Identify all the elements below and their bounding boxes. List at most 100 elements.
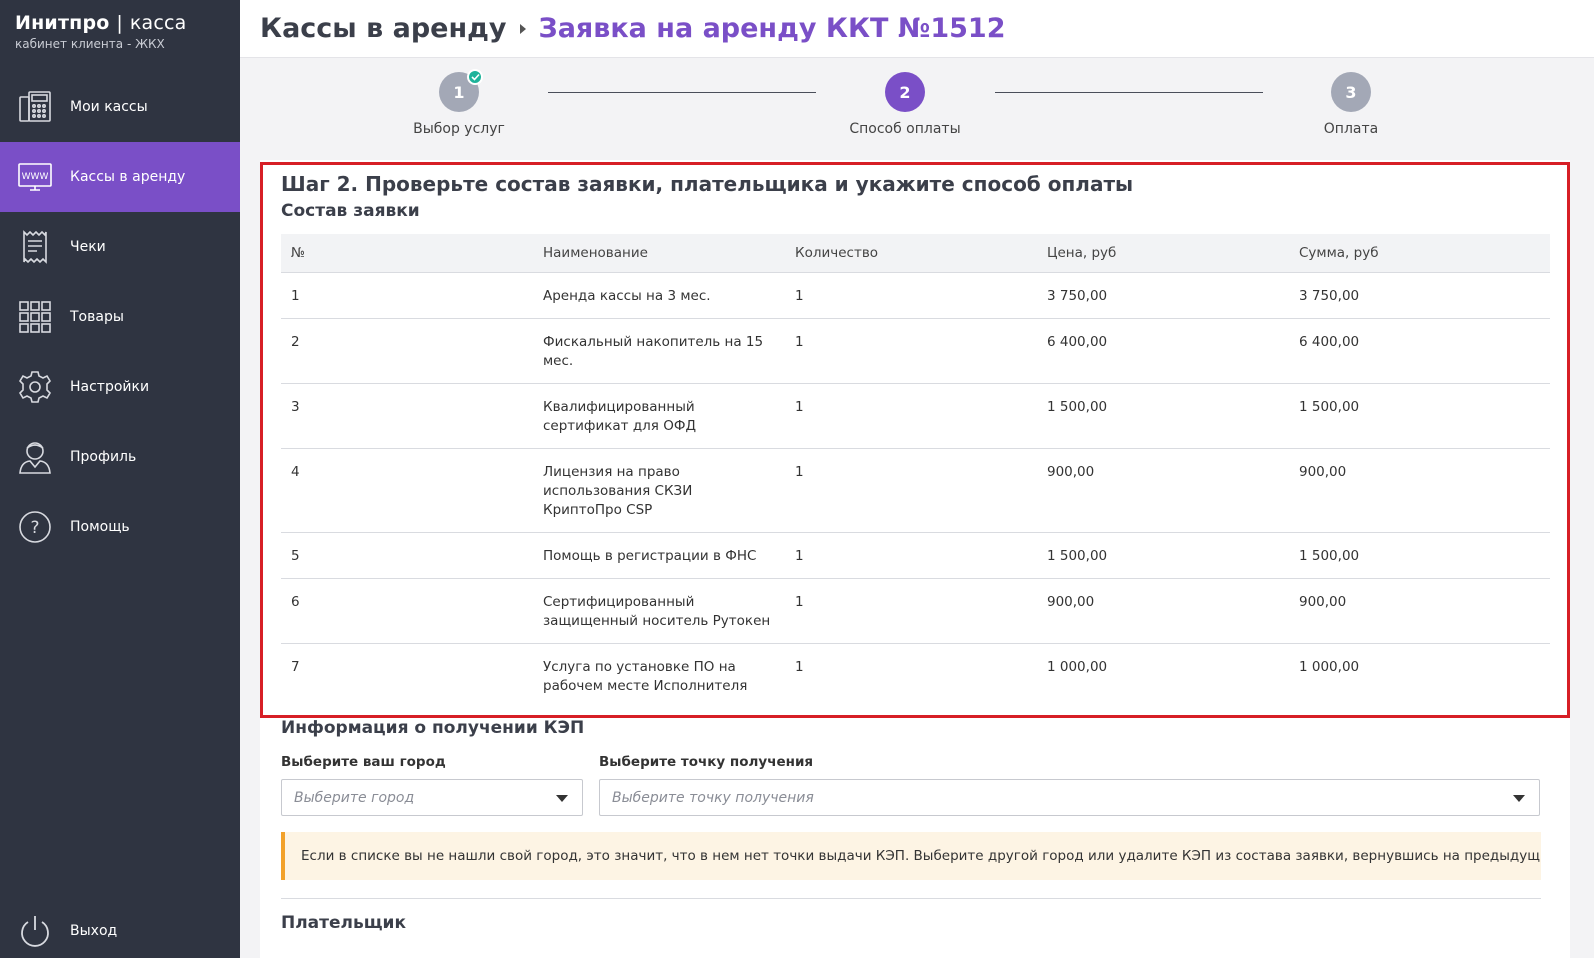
brand-separator: | [116, 12, 123, 34]
sidebar-item-goods[interactable]: Товары [0, 282, 240, 352]
point-placeholder: Выберите точку получения [612, 789, 814, 806]
city-label: Выберите ваш город [281, 754, 446, 770]
sidebar-item-label: Кассы в аренду [70, 169, 186, 185]
cell-price: 900,00 [1037, 448, 1289, 533]
sidebar-item-help[interactable]: ? Помощь [0, 492, 240, 562]
cell-number: 5 [281, 532, 533, 579]
step-1[interactable]: 1 Выбор услуг [389, 69, 529, 137]
brand-subtitle: кабинет клиента - ЖКХ [15, 37, 165, 51]
divider [281, 898, 1541, 899]
column-header: Цена, руб [1037, 234, 1289, 273]
step-2-circle: 2 [885, 72, 925, 112]
sidebar-item-label: Помощь [70, 519, 130, 535]
user-icon [16, 438, 54, 476]
grid-icon [16, 298, 54, 336]
sidebar: Инитпро | касса кабинет клиента - ЖКХ Мо… [0, 0, 240, 958]
sidebar-item-label: Профиль [70, 449, 137, 465]
point-label: Выберите точку получения [599, 754, 814, 770]
cell-number: 7 [291, 658, 300, 675]
cell-quantity: 1 [785, 318, 1037, 384]
gear-icon [16, 368, 54, 406]
sidebar-nav: Мои кассы WWW Кассы в аренду Чеки Товары… [0, 72, 240, 562]
cell-quantity: 1 [785, 578, 1037, 644]
sidebar-item-profile[interactable]: Профиль [0, 422, 240, 492]
cell-price: 3 750,00 [1037, 272, 1289, 319]
svg-text:WWW: WWW [22, 172, 49, 182]
breadcrumb: Кассы в аренду Заявка на аренду ККТ №151… [240, 0, 1594, 58]
payer-title: Плательщик [281, 913, 406, 933]
sidebar-item-receipts[interactable]: Чеки [0, 212, 240, 282]
brand[interactable]: Инитпро | касса кабинет клиента - ЖКХ [0, 0, 240, 60]
cell-sum: 1 500,00 [1289, 383, 1550, 449]
cell-sum: 1 000,00 [1299, 658, 1360, 675]
cell-number: 6 [281, 578, 533, 644]
cell-number: 2 [281, 318, 533, 384]
column-header: Наименование [533, 234, 785, 273]
step-label: Выбор услуг [413, 121, 505, 137]
cell-name: Фискальный накопитель на 15 мес. [533, 318, 785, 384]
breadcrumb-chevron-icon [519, 23, 527, 34]
cell-sum: 1 500,00 [1289, 532, 1550, 579]
column-header: № [281, 234, 533, 273]
cell-sum: 900,00 [1289, 448, 1550, 533]
cell-quantity: 1 [785, 272, 1037, 319]
page-title: Заявка на аренду ККТ №1512 [538, 13, 1006, 44]
cell-sum: 3 750,00 [1289, 272, 1550, 319]
kep-title: Информация о получении КЭП [281, 718, 585, 738]
logout-button[interactable]: Выход [0, 896, 240, 958]
step-number: 2 [899, 82, 911, 102]
table-row: 4 Лицензия на право использования СКЗИ К… [281, 448, 1550, 533]
step-number: 1 [453, 82, 465, 102]
cell-sum: 6 400,00 [1289, 318, 1550, 384]
step-1-circle: 1 [439, 69, 483, 112]
pickup-point-select[interactable]: Выберите точку получения [599, 779, 1540, 816]
table-row: 6 Сертифицированный защищенный носитель … [281, 578, 1550, 644]
logout-label: Выход [70, 923, 118, 939]
chevron-down-icon [1513, 795, 1525, 802]
cell-name: Сертифицированный защищенный носитель Ру… [533, 578, 785, 644]
city-select[interactable]: Выберите город [281, 779, 583, 816]
brand-name: Инитпро [15, 12, 110, 34]
sidebar-item-label: Мои кассы [70, 99, 148, 115]
table-row: 5 Помощь в регистрации в ФНС 1 1 500,00 … [281, 532, 1550, 579]
table-row: 3 Квалифицированный сертификат для ОФД 1… [281, 383, 1550, 449]
breadcrumb-root-link[interactable]: Кассы в аренду [260, 13, 507, 44]
cell-number: 1 [281, 272, 533, 319]
city-placeholder: Выберите город [294, 789, 415, 806]
cell-name: Помощь в регистрации в ФНС [533, 532, 785, 579]
cell-sum: 900,00 [1289, 578, 1550, 644]
sidebar-item-my-registers[interactable]: Мои кассы [0, 72, 240, 142]
stepper: 1 Выбор услуг 2 Способ оплаты 3 Оплата [240, 58, 1594, 158]
check-icon [467, 69, 483, 85]
column-header: Сумма, руб [1289, 234, 1550, 273]
cell-price: 1 500,00 [1037, 383, 1289, 449]
table-header-row: № Наименование Количество Цена, руб Сумм… [281, 234, 1550, 273]
step-2[interactable]: 2 Способ оплаты [835, 72, 975, 137]
receipt-icon [16, 228, 54, 266]
cell-price: 1 000,00 [1047, 658, 1108, 675]
sidebar-item-label: Чеки [70, 239, 106, 255]
cash-register-icon [16, 88, 54, 126]
cell-name: Квалифицированный сертификат для ОФД [533, 383, 785, 449]
step-3-circle: 3 [1331, 72, 1371, 112]
stepper-connector [548, 92, 816, 93]
order-title: Состав заявки [281, 201, 420, 221]
sidebar-item-label: Товары [70, 309, 124, 325]
table-row: 1 Аренда кассы на 3 мес. 1 3 750,00 3 75… [281, 272, 1550, 319]
cell-price: 1 500,00 [1037, 532, 1289, 579]
sidebar-exit: Выход [0, 896, 240, 958]
column-header: Количество [785, 234, 1037, 273]
order-table: № Наименование Количество Цена, руб Сумм… [281, 234, 1550, 708]
cell-quantity: 1 [785, 532, 1037, 579]
www-monitor-icon: WWW [16, 158, 54, 196]
cell-price: 900,00 [1037, 578, 1289, 644]
step-title: Шаг 2. Проверьте состав заявки, плательщ… [281, 172, 1134, 196]
step-3[interactable]: 3 Оплата [1281, 72, 1421, 137]
brand-product: касса [129, 12, 187, 34]
cell-price: 6 400,00 [1037, 318, 1289, 384]
step-label: Способ оплаты [849, 121, 961, 137]
sidebar-item-settings[interactable]: Настройки [0, 352, 240, 422]
cell-number: 4 [281, 448, 533, 533]
cell-name: Лицензия на право использования СКЗИ Кри… [533, 448, 785, 533]
sidebar-item-rental-registers[interactable]: WWW Кассы в аренду [0, 142, 240, 212]
